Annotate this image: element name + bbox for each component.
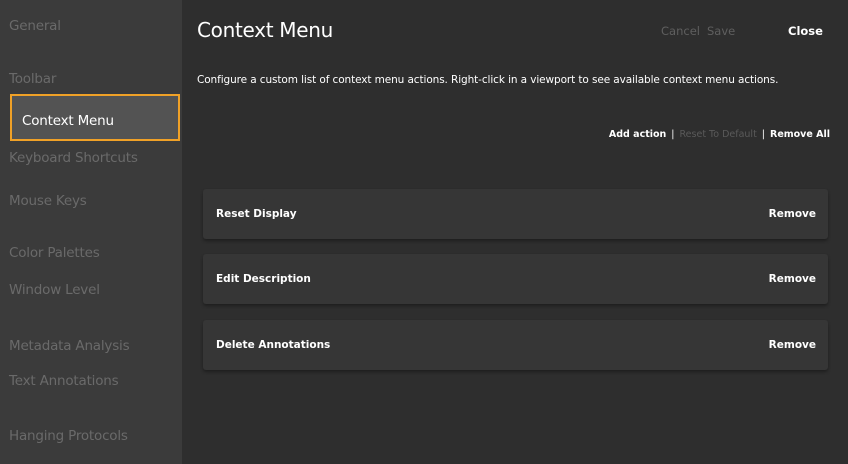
remove-all-link[interactable]: Remove All [770, 129, 830, 140]
settings-content: Context Menu Cancel Save Close Configure… [182, 0, 848, 464]
remove-action-button[interactable]: Remove [769, 189, 816, 239]
toolbar-separator: | [761, 129, 765, 140]
sidebar-item-keyboard-shortcuts[interactable]: Keyboard Shortcuts [9, 150, 138, 166]
remove-action-button[interactable]: Remove [769, 320, 816, 370]
context-action-label: Delete Annotations [216, 339, 331, 351]
toolbar-separator: | [671, 129, 675, 140]
sidebar-item-metadata-analysis[interactable]: Metadata Analysis [9, 338, 130, 354]
context-action-label: Edit Description [216, 273, 311, 285]
settings-sidebar: General Toolbar Context Menu Keyboard Sh… [0, 0, 182, 464]
sidebar-item-window-level[interactable]: Window Level [9, 282, 100, 298]
close-button[interactable]: Close [788, 24, 823, 38]
context-action-row: Reset Display Remove [203, 189, 828, 239]
context-menu-toolbar: Add action | Reset To Default | Remove All [609, 129, 830, 140]
settings-dialog: General Toolbar Context Menu Keyboard Sh… [0, 0, 848, 464]
sidebar-item-toolbar[interactable]: Toolbar [9, 71, 56, 87]
sidebar-item-general[interactable]: General [9, 18, 61, 34]
section-description: Configure a custom list of context menu … [197, 74, 779, 86]
page-title: Context Menu [197, 18, 334, 42]
reset-to-default-link[interactable]: Reset To Default [680, 129, 757, 140]
sidebar-item-color-palettes[interactable]: Color Palettes [9, 245, 100, 261]
remove-action-button[interactable]: Remove [769, 254, 816, 304]
cancel-button[interactable]: Cancel [661, 24, 700, 38]
context-action-label: Reset Display [216, 208, 297, 220]
sidebar-item-text-annotations[interactable]: Text Annotations [9, 373, 119, 389]
sidebar-item-mouse-keys[interactable]: Mouse Keys [9, 193, 87, 209]
context-action-row: Delete Annotations Remove [203, 320, 828, 370]
sidebar-item-hanging-protocols[interactable]: Hanging Protocols [9, 428, 128, 444]
context-action-row: Edit Description Remove [203, 254, 828, 304]
save-button[interactable]: Save [707, 24, 735, 38]
sidebar-item-context-menu[interactable]: Context Menu [10, 94, 180, 141]
add-action-link[interactable]: Add action [609, 129, 666, 140]
